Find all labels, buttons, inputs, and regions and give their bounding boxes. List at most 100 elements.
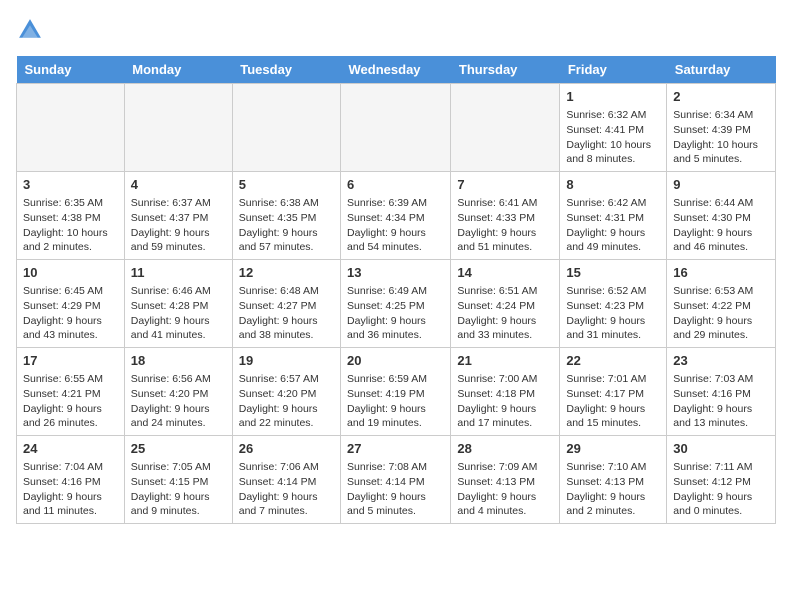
calendar-day-cell: 13 Sunrise: 6:49 AMSunset: 4:25 PMDayligh… [341, 260, 451, 348]
day-number: 15 [566, 264, 660, 282]
calendar-week-row: 17Sunrise: 6:55 AMSunset: 4:21 PMDayligh… [17, 348, 776, 436]
day-of-week-header: Tuesday [232, 56, 340, 84]
calendar-day-cell: 10 Sunrise: 6:45 AMSunset: 4:29 PMDayligh… [17, 260, 125, 348]
day-number: 4 [131, 176, 226, 194]
day-number: 10 [23, 264, 118, 282]
day-info: Sunrise: 6:59 AMSunset: 4:19 PMDaylight:… [347, 373, 427, 429]
calendar-day-cell: 25Sunrise: 7:05 AMSunset: 4:15 PMDayligh… [124, 436, 232, 524]
day-number: 30 [673, 440, 769, 458]
day-number: 8 [566, 176, 660, 194]
calendar-day-cell: 28 Sunrise: 7:09 AMSunset: 4:13 PMDayligh… [451, 436, 560, 524]
calendar-day-cell: 22 Sunrise: 7:01 AMSunset: 4:17 PMDayligh… [560, 348, 667, 436]
day-of-week-header: Friday [560, 56, 667, 84]
day-info: Sunrise: 6:45 AMSunset: 4:29 PMDaylight:… [23, 285, 103, 341]
day-info: Sunrise: 7:03 AMSunset: 4:16 PMDaylight:… [673, 373, 753, 429]
day-number: 29 [566, 440, 660, 458]
day-of-week-header: Saturday [667, 56, 776, 84]
calendar-day-cell: 24 Sunrise: 7:04 AMSunset: 4:16 PMDayligh… [17, 436, 125, 524]
day-info: Sunrise: 6:34 AMSunset: 4:39 PMDaylight:… [673, 109, 758, 165]
day-info: Sunrise: 7:09 AMSunset: 4:13 PMDaylight:… [457, 461, 537, 517]
day-info: Sunrise: 6:39 AMSunset: 4:34 PMDaylight:… [347, 197, 427, 253]
logo [16, 16, 48, 44]
day-info: Sunrise: 7:04 AMSunset: 4:16 PMDaylight:… [23, 461, 103, 517]
calendar-day-cell: 14 Sunrise: 6:51 AMSunset: 4:24 PMDayligh… [451, 260, 560, 348]
calendar-week-row: 1Sunrise: 6:32 AMSunset: 4:41 PMDaylight… [17, 84, 776, 172]
calendar-day-cell [232, 84, 340, 172]
day-number: 11 [131, 264, 226, 282]
day-info: Sunrise: 6:38 AMSunset: 4:35 PMDaylight:… [239, 197, 319, 253]
calendar-day-cell: 12 Sunrise: 6:48 AMSunset: 4:27 PMDayligh… [232, 260, 340, 348]
calendar-day-cell: 29 Sunrise: 7:10 AMSunset: 4:13 PMDayligh… [560, 436, 667, 524]
calendar-day-cell: 7 Sunrise: 6:41 AMSunset: 4:33 PMDaylight… [451, 172, 560, 260]
day-number: 23 [673, 352, 769, 370]
calendar-day-cell: 2 Sunrise: 6:34 AMSunset: 4:39 PMDaylight… [667, 84, 776, 172]
day-info: Sunrise: 6:57 AMSunset: 4:20 PMDaylight:… [239, 373, 319, 429]
day-info: Sunrise: 6:44 AMSunset: 4:30 PMDaylight:… [673, 197, 753, 253]
page-header [16, 16, 776, 44]
day-of-week-header: Sunday [17, 56, 125, 84]
day-number: 6 [347, 176, 444, 194]
day-info: Sunrise: 6:52 AMSunset: 4:23 PMDaylight:… [566, 285, 646, 341]
logo-icon [16, 16, 44, 44]
calendar-day-cell: 17Sunrise: 6:55 AMSunset: 4:21 PMDayligh… [17, 348, 125, 436]
calendar-day-cell: 1Sunrise: 6:32 AMSunset: 4:41 PMDaylight… [560, 84, 667, 172]
calendar-day-cell: 20 Sunrise: 6:59 AMSunset: 4:19 PMDayligh… [341, 348, 451, 436]
day-info: Sunrise: 6:48 AMSunset: 4:27 PMDaylight:… [239, 285, 319, 341]
day-info: Sunrise: 6:55 AMSunset: 4:21 PMDaylight:… [23, 373, 103, 429]
day-number: 9 [673, 176, 769, 194]
day-number: 14 [457, 264, 553, 282]
calendar-header-row: SundayMondayTuesdayWednesdayThursdayFrid… [17, 56, 776, 84]
day-info: Sunrise: 7:00 AMSunset: 4:18 PMDaylight:… [457, 373, 537, 429]
calendar-week-row: 10 Sunrise: 6:45 AMSunset: 4:29 PMDayligh… [17, 260, 776, 348]
calendar-day-cell: 18Sunrise: 6:56 AMSunset: 4:20 PMDayligh… [124, 348, 232, 436]
day-number: 13 [347, 264, 444, 282]
day-info: Sunrise: 7:10 AMSunset: 4:13 PMDaylight:… [566, 461, 646, 517]
calendar-day-cell [124, 84, 232, 172]
calendar-week-row: 24 Sunrise: 7:04 AMSunset: 4:16 PMDayligh… [17, 436, 776, 524]
day-number: 7 [457, 176, 553, 194]
day-info: Sunrise: 6:49 AMSunset: 4:25 PMDaylight:… [347, 285, 427, 341]
day-number: 25 [131, 440, 226, 458]
day-number: 21 [457, 352, 553, 370]
day-number: 22 [566, 352, 660, 370]
day-info: Sunrise: 6:56 AMSunset: 4:20 PMDaylight:… [131, 373, 211, 429]
calendar-day-cell: 5 Sunrise: 6:38 AMSunset: 4:35 PMDaylight… [232, 172, 340, 260]
calendar-day-cell: 30 Sunrise: 7:11 AMSunset: 4:12 PMDayligh… [667, 436, 776, 524]
calendar-day-cell: 8 Sunrise: 6:42 AMSunset: 4:31 PMDaylight… [560, 172, 667, 260]
day-info: Sunrise: 7:11 AMSunset: 4:12 PMDaylight:… [673, 461, 752, 517]
calendar-day-cell: 21 Sunrise: 7:00 AMSunset: 4:18 PMDayligh… [451, 348, 560, 436]
calendar-table: SundayMondayTuesdayWednesdayThursdayFrid… [16, 56, 776, 524]
day-info: Sunrise: 6:41 AMSunset: 4:33 PMDaylight:… [457, 197, 537, 253]
day-number: 5 [239, 176, 334, 194]
day-info: Sunrise: 6:51 AMSunset: 4:24 PMDaylight:… [457, 285, 537, 341]
day-number: 28 [457, 440, 553, 458]
day-number: 24 [23, 440, 118, 458]
calendar-day-cell: 27Sunrise: 7:08 AMSunset: 4:14 PMDayligh… [341, 436, 451, 524]
day-number: 16 [673, 264, 769, 282]
day-info: Sunrise: 6:53 AMSunset: 4:22 PMDaylight:… [673, 285, 753, 341]
calendar-day-cell: 16 Sunrise: 6:53 AMSunset: 4:22 PMDayligh… [667, 260, 776, 348]
day-info: Sunrise: 7:01 AMSunset: 4:17 PMDaylight:… [566, 373, 646, 429]
calendar-day-cell: 3Sunrise: 6:35 AMSunset: 4:38 PMDaylight… [17, 172, 125, 260]
calendar-day-cell: 11Sunrise: 6:46 AMSunset: 4:28 PMDayligh… [124, 260, 232, 348]
day-number: 12 [239, 264, 334, 282]
day-of-week-header: Wednesday [341, 56, 451, 84]
calendar-day-cell: 6 Sunrise: 6:39 AMSunset: 4:34 PMDaylight… [341, 172, 451, 260]
calendar-week-row: 3Sunrise: 6:35 AMSunset: 4:38 PMDaylight… [17, 172, 776, 260]
day-info: Sunrise: 6:42 AMSunset: 4:31 PMDaylight:… [566, 197, 646, 253]
calendar-day-cell [451, 84, 560, 172]
day-number: 3 [23, 176, 118, 194]
day-number: 2 [673, 88, 769, 106]
calendar-day-cell: 4 Sunrise: 6:37 AMSunset: 4:37 PMDaylight… [124, 172, 232, 260]
day-number: 19 [239, 352, 334, 370]
day-number: 1 [566, 88, 660, 106]
day-info: Sunrise: 6:37 AMSunset: 4:37 PMDaylight:… [131, 197, 211, 253]
day-number: 20 [347, 352, 444, 370]
calendar-day-cell: 9 Sunrise: 6:44 AMSunset: 4:30 PMDaylight… [667, 172, 776, 260]
calendar-day-cell [17, 84, 125, 172]
calendar-day-cell: 23 Sunrise: 7:03 AMSunset: 4:16 PMDayligh… [667, 348, 776, 436]
calendar-day-cell [341, 84, 451, 172]
calendar-day-cell: 19 Sunrise: 6:57 AMSunset: 4:20 PMDayligh… [232, 348, 340, 436]
day-of-week-header: Thursday [451, 56, 560, 84]
day-number: 27 [347, 440, 444, 458]
